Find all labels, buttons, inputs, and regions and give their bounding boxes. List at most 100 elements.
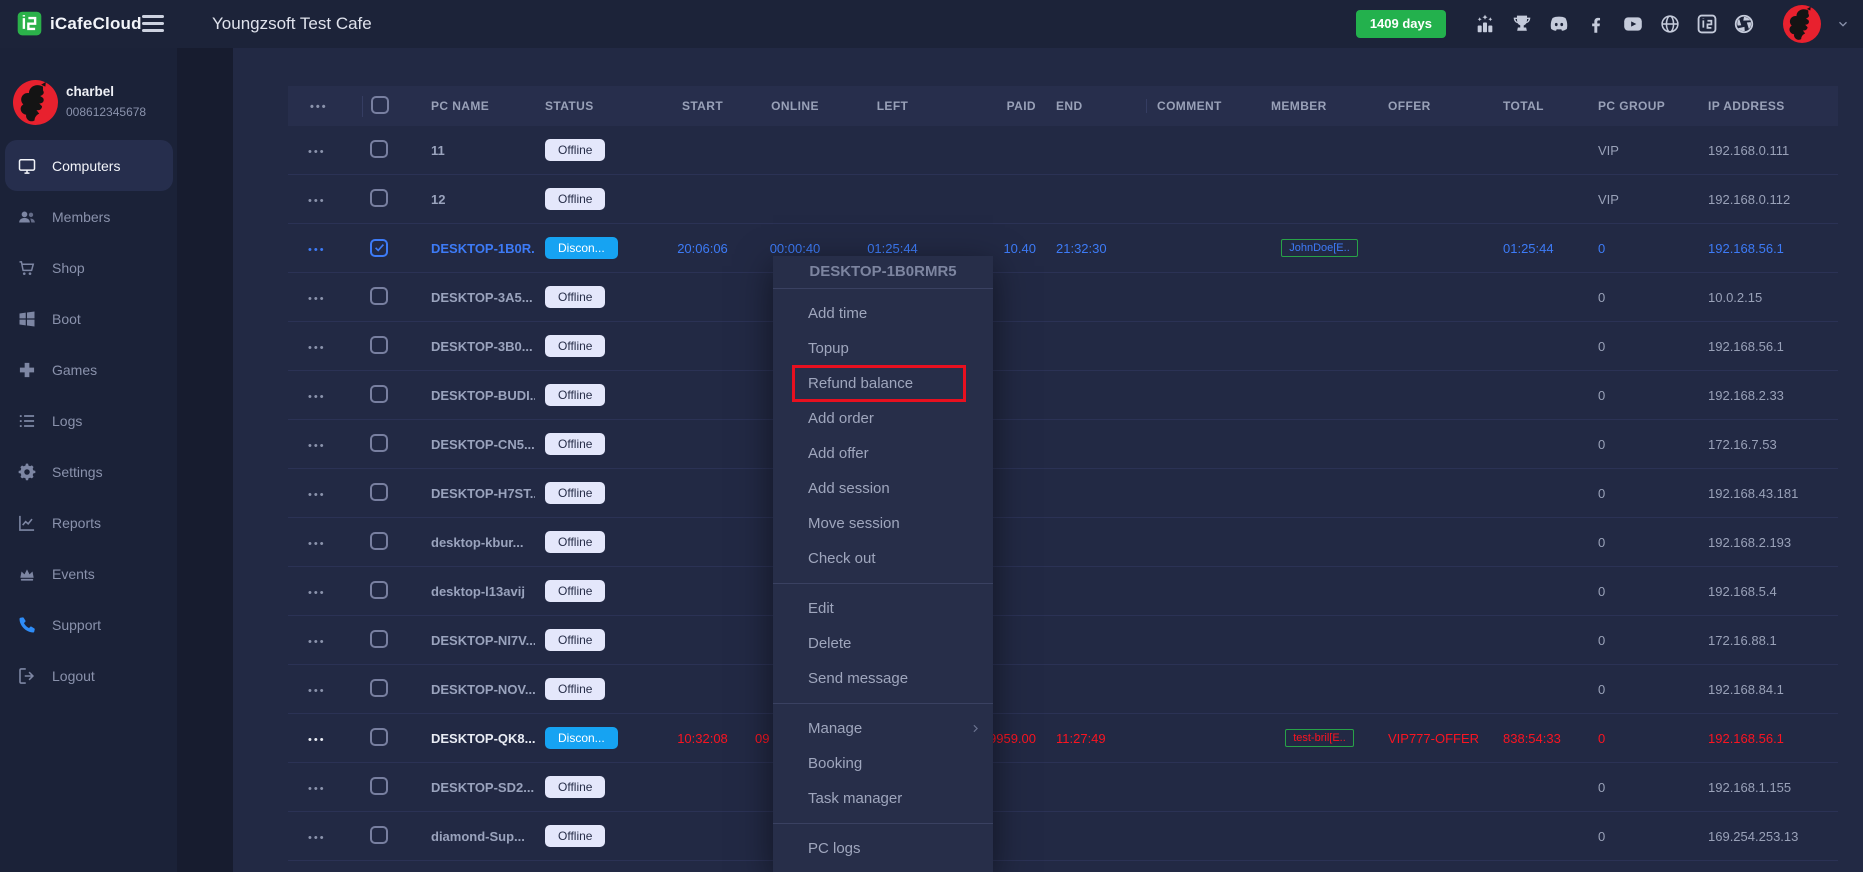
table-row: desktop-kbur... Offline 0 192.168.2.193 [288,518,1838,567]
context-menu-item-refund-balance[interactable]: Refund balance [773,365,993,402]
row-actions-button[interactable] [308,636,326,648]
row-checkbox[interactable] [370,335,388,354]
row-checkbox[interactable] [370,580,388,599]
pc-name-link[interactable]: DESKTOP-CN5... [431,437,535,452]
sidebar-item-settings[interactable]: Settings [0,446,177,497]
sidebar-item-support[interactable]: Support [0,599,177,650]
row-checkbox[interactable] [370,384,388,403]
row-actions-button[interactable] [308,293,326,305]
row-checkbox[interactable] [370,678,388,697]
context-menu-item-add-offer[interactable]: Add offer [773,436,993,471]
logout-icon [17,666,37,686]
row-checkbox[interactable] [370,139,388,158]
sidebar-item-logs[interactable]: Logs [0,395,177,446]
pc-name-link[interactable]: diamond-Sup... [431,829,525,844]
sidebar-item-members[interactable]: Members [0,191,177,242]
context-menu-item-add-order[interactable]: Add order [773,401,993,436]
hamburger-menu-button[interactable] [142,15,164,32]
pc-name-link[interactable]: 12 [431,192,445,207]
sidebar-item-shop[interactable]: Shop [0,242,177,293]
sidebar-item-label: Members [52,208,111,225]
discord-icon[interactable] [1548,13,1570,35]
context-menu-item-topup[interactable]: Topup [773,331,993,366]
ip-address-cell: 172.16.7.53 [1708,436,1777,452]
row-checkbox[interactable] [370,433,388,452]
context-menu-item-add-session[interactable]: Add session [773,471,993,506]
row-checkbox[interactable] [370,629,388,648]
user-avatar [13,80,58,125]
row-checkbox[interactable] [370,727,388,746]
row-actions-button[interactable] [308,734,326,746]
context-menu-item-manage[interactable]: Manage [773,711,993,746]
pc-name-link[interactable]: DESKTOP-3B0... [431,339,533,354]
row-actions-button[interactable] [308,342,326,354]
status-badge: Offline [545,580,606,602]
app-logo[interactable]: iCafeCloud [16,10,142,37]
pc-name-link[interactable]: 11 [431,143,445,158]
pc-name-link[interactable]: DESKTOP-NOV... [431,682,535,697]
context-menu-groups: Add time Topup Refund balance Add order Add … [773,289,993,872]
context-menu-item-check-out[interactable]: Check out [773,541,993,576]
context-menu-item-add-time[interactable]: Add time [773,296,993,331]
context-menu-item-delete[interactable]: Delete [773,626,993,661]
facebook-icon[interactable] [1585,13,1607,35]
pc-name-link[interactable]: DESKTOP-3A5... [431,290,533,305]
row-actions-button[interactable] [308,783,326,795]
pc-name-link[interactable]: desktop-l13avij [431,584,525,599]
trophy-icon[interactable] [1511,13,1533,35]
row-checkbox[interactable] [370,238,388,257]
sidebar-item-events[interactable]: Events [0,548,177,599]
table-row: DESKTOP-NI7V... Offline 0 172.16.88.1 [288,616,1838,665]
row-actions-button[interactable] [308,587,326,599]
sidebar-item-boot[interactable]: Boot [0,293,177,344]
table-row: DESKTOP-BUDI... Offline 0 192.168.2.33 [288,371,1838,420]
column-header: PC GROUP [1598,99,1666,113]
ip-address-cell: 172.16.88.1 [1708,632,1777,648]
row-actions-button[interactable] [308,538,326,550]
row-checkbox[interactable] [370,825,388,844]
pc-name-link[interactable]: DESKTOP-NI7V... [431,633,535,648]
sidebar-item-logout[interactable]: Logout [0,650,177,701]
context-menu-item-move-session[interactable]: Move session [773,506,993,541]
pc-name-link[interactable]: desktop-kbur... [431,535,523,550]
context-menu-title: DESKTOP-1B0RMR5 [773,256,993,289]
subscription-days-badge[interactable]: 1409 days [1355,10,1446,38]
row-actions-button[interactable] [308,195,326,207]
context-menu-item-pc-logs[interactable]: PC logs [773,831,993,866]
context-menu-item-send-message[interactable]: Send message [773,661,993,696]
context-menu-item-booking[interactable]: Booking [773,746,993,781]
row-actions-button[interactable] [308,832,326,844]
select-all-checkbox[interactable] [371,95,389,114]
avatar[interactable] [1783,5,1821,43]
row-actions-button[interactable] [308,244,326,256]
context-menu-item-task-manager[interactable]: Task manager [773,781,993,816]
row-actions-button[interactable] [308,685,326,697]
pc-name-link[interactable]: DESKTOP-1B0R... [431,241,535,256]
row-checkbox[interactable] [370,531,388,550]
status-badge: Offline [545,286,606,308]
column-header: END [1056,99,1083,113]
pc-name-link[interactable]: DESKTOP-QK8... [431,731,535,746]
pc-name-link[interactable]: DESKTOP-H7ST... [431,486,535,501]
pc-group-cell: 0 [1598,534,1606,550]
shutter-icon[interactable] [1733,13,1755,35]
pc-name-link[interactable]: DESKTOP-BUDI... [431,388,535,403]
pc-name-link[interactable]: DESKTOP-SD2... [431,780,534,795]
ranking-icon[interactable] [1474,13,1496,35]
row-actions-button[interactable] [308,391,326,403]
sidebar-item-computers[interactable]: Computers [5,140,173,191]
chevron-down-icon[interactable] [1836,17,1850,31]
row-checkbox[interactable] [370,776,388,795]
youtube-icon[interactable] [1622,13,1644,35]
icafecloud-icon[interactable] [1696,13,1718,35]
row-actions-button[interactable] [308,489,326,501]
row-checkbox[interactable] [370,188,388,207]
context-menu-item-edit[interactable]: Edit [773,591,993,626]
sidebar-item-reports[interactable]: Reports [0,497,177,548]
row-actions-button[interactable] [308,440,326,452]
row-checkbox[interactable] [370,482,388,501]
sidebar-item-games[interactable]: Games [0,344,177,395]
row-actions-button[interactable] [308,146,326,158]
row-checkbox[interactable] [370,286,388,305]
globe-icon[interactable] [1659,13,1681,35]
